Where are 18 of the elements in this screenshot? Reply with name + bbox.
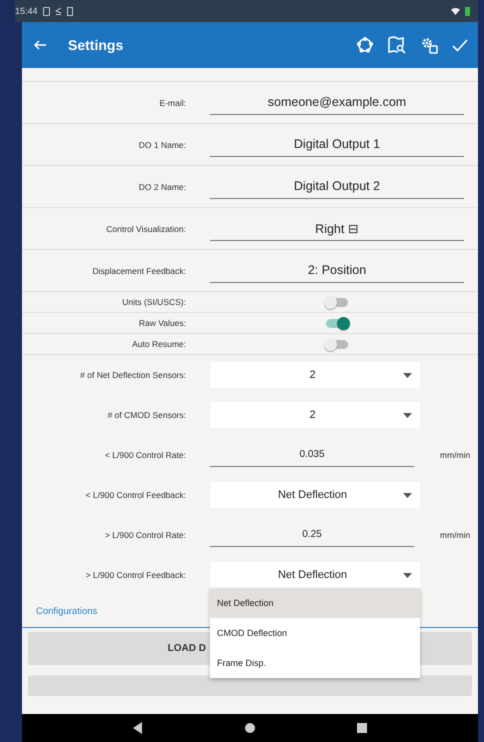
- field-label: Control Visualization:: [105, 224, 186, 234]
- screen-title: Settings: [68, 37, 124, 53]
- field-label: > L/900 Control Feedback:: [84, 570, 186, 580]
- clock: 15:44: [15, 6, 38, 16]
- field-label: DO 2 Name:: [138, 182, 186, 192]
- field-label: # of CMOD Sensors:: [106, 410, 186, 420]
- field-label: E-mail:: [158, 98, 186, 108]
- field-label: Displacement Feedback:: [91, 266, 186, 276]
- field-label: < L/900 Control Rate:: [104, 450, 186, 460]
- field-label: Auto Resume:: [131, 339, 186, 349]
- field-label: > L/900 Control Rate:: [104, 530, 186, 540]
- unit-label: mm/min: [440, 530, 470, 540]
- field-label: # of Net Deflection Sensors:: [79, 370, 186, 380]
- unit-label: mm/min: [440, 450, 470, 460]
- field-label: Raw Values:: [138, 318, 186, 328]
- field-label: Units (SI/USCS):: [121, 297, 186, 307]
- field-label: DO 1 Name:: [138, 140, 186, 150]
- field-label: < L/900 Control Feedback:: [84, 490, 186, 500]
